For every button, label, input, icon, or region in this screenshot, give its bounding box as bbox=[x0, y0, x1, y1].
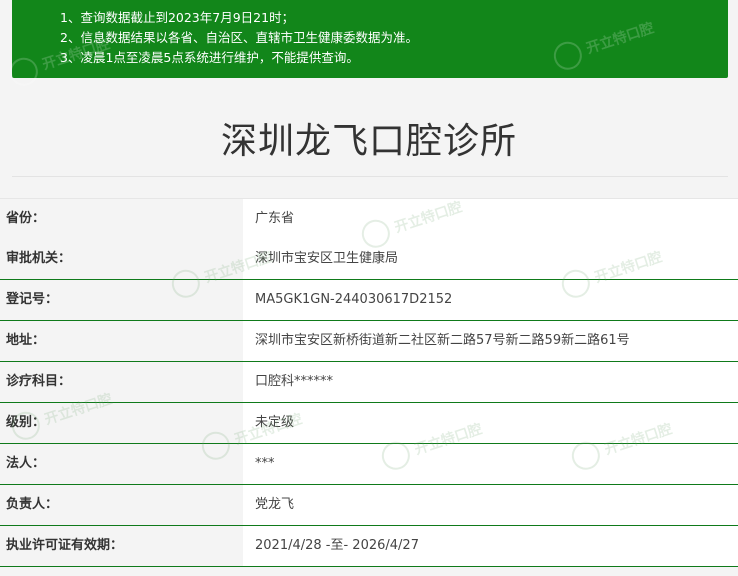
info-row-departments: 诊疗科目： 口腔科****** bbox=[0, 362, 738, 403]
info-row-approval-authority: 审批机关： 深圳市宝安区卫生健康局 bbox=[0, 239, 738, 280]
info-value: 党龙飞 bbox=[243, 485, 738, 525]
info-label: 地址： bbox=[0, 321, 243, 361]
title-divider bbox=[12, 176, 728, 177]
notice-line: 1、查询数据截止到2023年7月9日21时； bbox=[60, 10, 295, 25]
info-value: *** bbox=[243, 444, 738, 484]
info-row-license-validity: 执业许可证有效期： 2021/4/28 -至- 2026/4/27 bbox=[0, 526, 738, 567]
info-label: 执业许可证有效期： bbox=[0, 526, 243, 566]
info-row-address: 地址： 深圳市宝安区新桥街道新二社区新二路57号新二路59新二路61号 bbox=[0, 321, 738, 362]
page-title: 深圳龙飞口腔诊所 bbox=[220, 121, 517, 162]
notice-line: 2、信息数据结果以各省、自治区、直辖市卫生健康委数据为准。 bbox=[60, 30, 418, 45]
clinic-info-page: 1、查询数据截止到2023年7月9日21时； 2、信息数据结果以各省、自治区、直… bbox=[0, 0, 738, 576]
info-row-registration-number: 登记号： MA5GK1GN-244030617D2152 bbox=[0, 280, 738, 321]
watermark-logo-icon bbox=[6, 54, 42, 90]
info-value: 深圳市宝安区卫生健康局 bbox=[243, 239, 738, 279]
info-table: 省份： 广东省 审批机关： 深圳市宝安区卫生健康局 登记号： MA5GK1GN-… bbox=[0, 198, 738, 567]
info-label: 法人： bbox=[0, 444, 243, 484]
notice-line: 3、凌晨1点至凌晨5点系统进行维护，不能提供查询。 bbox=[60, 50, 359, 65]
info-value: 2021/4/28 -至- 2026/4/27 bbox=[243, 526, 738, 566]
notice-banner: 1、查询数据截止到2023年7月9日21时； 2、信息数据结果以各省、自治区、直… bbox=[6, 0, 728, 90]
info-row-person-in-charge: 负责人： 党龙飞 bbox=[0, 485, 738, 526]
info-row-legal-person: 法人： *** bbox=[0, 444, 738, 485]
info-row-level: 级别： 未定级 bbox=[0, 403, 738, 444]
info-value: 广东省 bbox=[243, 199, 738, 239]
info-label: 省份： bbox=[0, 199, 243, 239]
info-value: 口腔科****** bbox=[243, 362, 738, 402]
info-label: 登记号： bbox=[0, 280, 243, 320]
info-row-province: 省份： 广东省 bbox=[0, 198, 738, 239]
info-label: 级别： bbox=[0, 403, 243, 443]
info-label: 负责人： bbox=[0, 485, 243, 525]
info-label: 审批机关： bbox=[0, 239, 243, 279]
info-value: 深圳市宝安区新桥街道新二社区新二路57号新二路59新二路61号 bbox=[243, 321, 738, 361]
info-label: 诊疗科目： bbox=[0, 362, 243, 402]
info-value: 未定级 bbox=[243, 403, 738, 443]
info-value: MA5GK1GN-244030617D2152 bbox=[243, 280, 738, 320]
